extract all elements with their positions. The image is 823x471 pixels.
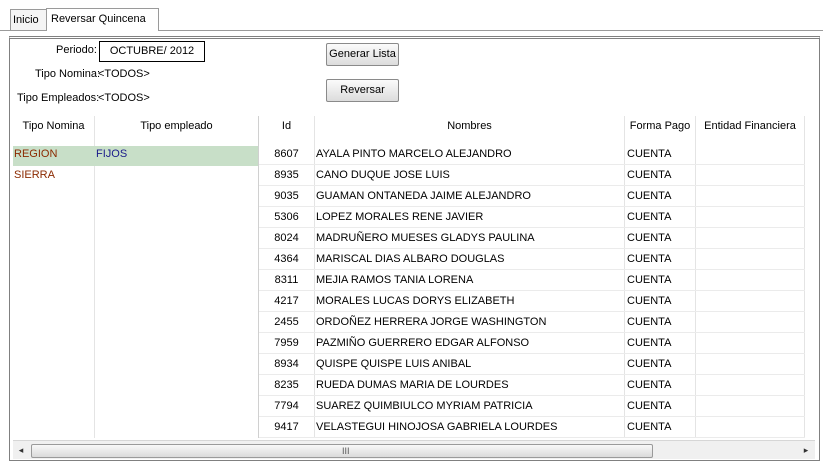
cell-forma-pago[interactable]: CUENTA bbox=[627, 228, 693, 249]
cell-forma-pago[interactable]: CUENTA bbox=[627, 144, 693, 165]
cell-nombres[interactable]: RUEDA DUMAS MARIA DE LOURDES bbox=[316, 375, 622, 396]
cell-forma-pago[interactable]: CUENTA bbox=[627, 375, 693, 396]
reversar-button[interactable]: Reversar bbox=[326, 79, 399, 102]
cell-nombres[interactable]: GUAMAN ONTANEDA JAIME ALEJANDRO bbox=[316, 186, 622, 207]
header-entidad-financiera[interactable]: Entidad Financiera bbox=[696, 116, 804, 136]
cell-id[interactable]: 5306 bbox=[259, 207, 314, 228]
horizontal-scrollbar[interactable]: ◂ III ▸ bbox=[13, 440, 815, 459]
cell-nombres[interactable]: SUAREZ QUIMBIULCO MYRIAM PATRICIA bbox=[316, 396, 622, 417]
cell-nombres[interactable]: MADRUÑERO MUESES GLADYS PAULINA bbox=[316, 228, 622, 249]
cell-id[interactable]: 2455 bbox=[259, 312, 314, 333]
tipo-nomina-label: Tipo Nomina: bbox=[35, 68, 101, 80]
cell-forma-pago[interactable]: CUENTA bbox=[627, 417, 693, 438]
cell-nombres[interactable]: MARISCAL DIAS ALBARO DOUGLAS bbox=[316, 249, 622, 270]
cell-id[interactable]: 8311 bbox=[259, 270, 314, 291]
cell-nombres[interactable]: QUISPE QUISPE LUIS ANIBAL bbox=[316, 354, 622, 375]
cell-id[interactable]: 4364 bbox=[259, 249, 314, 270]
cell-forma-pago[interactable]: CUENTA bbox=[627, 270, 693, 291]
cell-nombres[interactable]: MEJIA RAMOS TANIA LORENA bbox=[316, 270, 622, 291]
tipo-nomina-value[interactable]: <TODOS> bbox=[98, 68, 150, 80]
header-tipo-nomina[interactable]: Tipo Nomina bbox=[13, 116, 94, 136]
left-row-tipo-nomina[interactable]: REGION SIERRA bbox=[14, 144, 94, 181]
periodo-field[interactable]: OCTUBRE/ 2012 bbox=[99, 41, 205, 62]
scroll-thumb[interactable]: III bbox=[31, 444, 653, 458]
cell-forma-pago[interactable]: CUENTA bbox=[627, 249, 693, 270]
header-nombres[interactable]: Nombres bbox=[315, 116, 624, 136]
cell-id[interactable]: 9417 bbox=[259, 417, 314, 438]
cell-nombres[interactable]: PAZMIÑO GUERRERO EDGAR ALFONSO bbox=[316, 333, 622, 354]
cell-forma-pago[interactable]: CUENTA bbox=[627, 165, 693, 186]
scroll-left-icon[interactable]: ◂ bbox=[14, 442, 28, 458]
scroll-grip-icon: III bbox=[342, 446, 350, 456]
periodo-label: Periodo: bbox=[56, 44, 97, 56]
tab-bar: Inicio Reversar Quincena bbox=[0, 0, 823, 31]
cell-forma-pago[interactable]: CUENTA bbox=[627, 186, 693, 207]
cell-nombres[interactable]: ORDOÑEZ HERRERA JORGE WASHINGTON bbox=[316, 312, 622, 333]
cell-id[interactable]: 7959 bbox=[259, 333, 314, 354]
cell-forma-pago[interactable]: CUENTA bbox=[627, 312, 693, 333]
cell-nombres[interactable]: AYALA PINTO MARCELO ALEJANDRO bbox=[316, 144, 622, 165]
cell-forma-pago[interactable]: CUENTA bbox=[627, 354, 693, 375]
tab-reversar-quincena[interactable]: Reversar Quincena bbox=[46, 8, 159, 31]
cell-forma-pago[interactable]: CUENTA bbox=[627, 291, 693, 312]
cell-nombres[interactable]: MORALES LUCAS DORYS ELIZABETH bbox=[316, 291, 622, 312]
cell-forma-pago[interactable]: CUENTA bbox=[627, 207, 693, 228]
cell-id[interactable]: 9035 bbox=[259, 186, 314, 207]
scroll-right-icon[interactable]: ▸ bbox=[799, 442, 813, 458]
cell-id[interactable]: 8607 bbox=[259, 144, 314, 165]
cell-nombres[interactable]: CANO DUQUE JOSE LUIS bbox=[316, 165, 622, 186]
cell-forma-pago[interactable]: CUENTA bbox=[627, 333, 693, 354]
cell-id[interactable]: 8934 bbox=[259, 354, 314, 375]
generar-lista-button[interactable]: Generar Lista bbox=[326, 43, 399, 66]
cell-id[interactable]: 7794 bbox=[259, 396, 314, 417]
tipo-empleados-label: Tipo Empleados: bbox=[17, 92, 100, 104]
cell-id[interactable]: 8235 bbox=[259, 375, 314, 396]
header-forma-pago[interactable]: Forma Pago bbox=[625, 116, 695, 136]
left-row-tipo-empleado[interactable]: FIJOS bbox=[96, 144, 256, 165]
header-tipo-empleado[interactable]: Tipo empleado bbox=[95, 116, 258, 136]
cell-id[interactable]: 8024 bbox=[259, 228, 314, 249]
row-separator bbox=[259, 437, 805, 438]
cell-id[interactable]: 4217 bbox=[259, 291, 314, 312]
tipo-empleados-value[interactable]: <TODOS> bbox=[98, 92, 150, 104]
cell-id[interactable]: 8935 bbox=[259, 165, 314, 186]
cell-nombres[interactable]: LOPEZ MORALES RENE JAVIER bbox=[316, 207, 622, 228]
cell-forma-pago[interactable]: CUENTA bbox=[627, 396, 693, 417]
cell-nombres[interactable]: VELASTEGUI HINOJOSA GABRIELA LOURDES bbox=[316, 417, 622, 438]
header-id[interactable]: Id bbox=[259, 116, 314, 136]
